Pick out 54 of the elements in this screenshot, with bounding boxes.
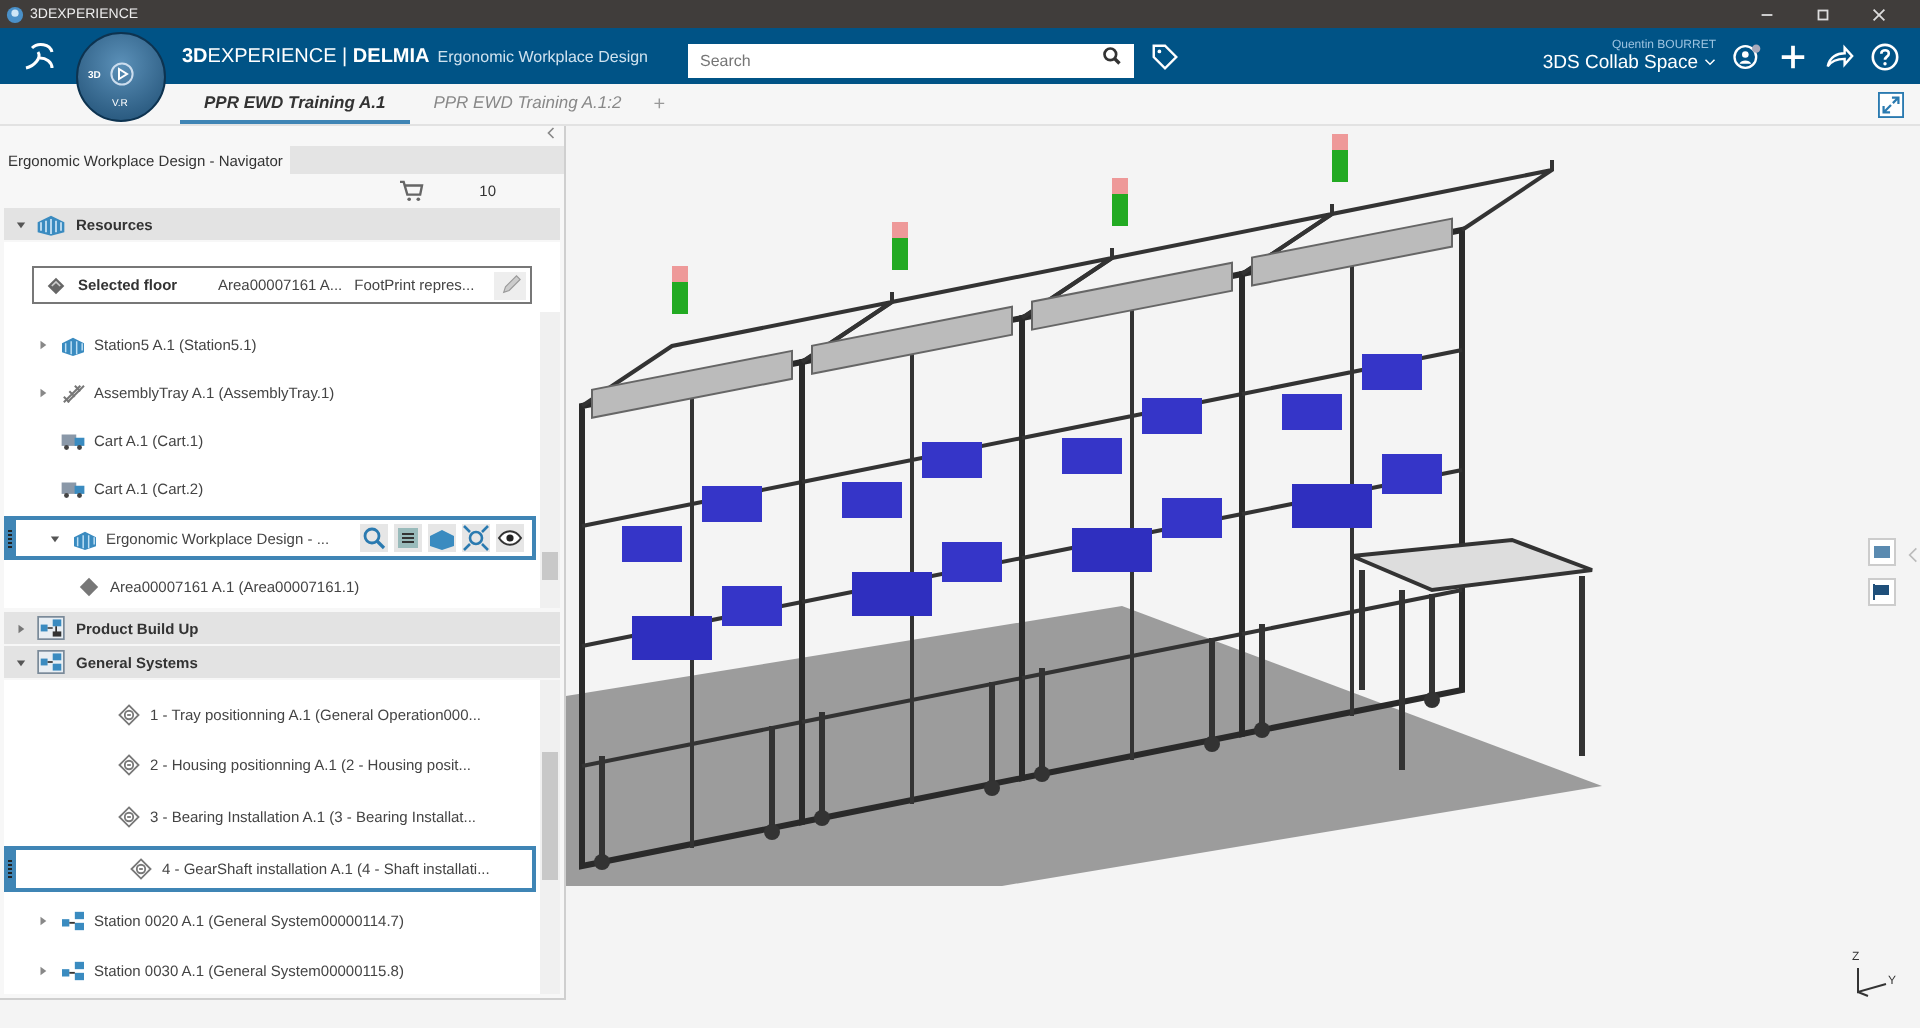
maximize-icon[interactable] bbox=[1814, 5, 1832, 23]
operation-icon bbox=[116, 806, 142, 829]
view-toolbar-icon[interactable] bbox=[1868, 538, 1896, 566]
collapsed-arrow-icon[interactable] bbox=[37, 966, 47, 977]
expanded-arrow-icon[interactable] bbox=[16, 657, 26, 667]
collapsed-arrow-icon[interactable] bbox=[37, 915, 47, 926]
station-icon[interactable] bbox=[428, 524, 456, 553]
tag-icon[interactable] bbox=[1150, 41, 1180, 71]
share-icon[interactable] bbox=[1824, 41, 1854, 71]
cart-vehicle-icon bbox=[60, 478, 86, 501]
operation-icon bbox=[116, 703, 142, 726]
product-tree-icon bbox=[36, 616, 66, 640]
play-icon[interactable] bbox=[110, 62, 134, 86]
chevron-down-icon[interactable] bbox=[1704, 58, 1716, 66]
operation-icon bbox=[128, 857, 154, 880]
cart-vehicle-icon bbox=[60, 430, 86, 453]
collapsed-arrow-icon[interactable] bbox=[37, 388, 47, 399]
collapsed-arrow-icon[interactable] bbox=[16, 623, 26, 633]
system-icon bbox=[60, 960, 86, 983]
help-icon[interactable] bbox=[1870, 41, 1900, 71]
scrollbar[interactable] bbox=[540, 312, 560, 608]
expanded-arrow-icon[interactable] bbox=[49, 533, 59, 544]
flag-icon[interactable] bbox=[1868, 578, 1896, 606]
station-icon bbox=[72, 527, 98, 550]
plus-icon[interactable] bbox=[1778, 41, 1808, 71]
profile-icon[interactable] bbox=[1732, 41, 1762, 71]
close-icon[interactable] bbox=[1870, 5, 1888, 23]
drag-handle-icon[interactable] bbox=[8, 530, 12, 549]
cart-icon[interactable] bbox=[397, 180, 424, 202]
system-tree-icon bbox=[36, 650, 66, 674]
collapse-icon[interactable] bbox=[1878, 91, 1904, 117]
pencil-icon bbox=[499, 274, 521, 296]
expanded-arrow-icon[interactable] bbox=[16, 219, 26, 229]
system-icon bbox=[60, 909, 86, 932]
scrollbar[interactable] bbox=[540, 680, 560, 994]
drag-handle-icon[interactable] bbox=[8, 859, 12, 878]
area-icon bbox=[76, 575, 102, 598]
collab-space-dropdown[interactable]: 3DS Collab Space bbox=[1542, 51, 1698, 73]
search-icon[interactable] bbox=[1102, 46, 1122, 66]
axis-lines-icon bbox=[1852, 966, 1892, 998]
resources-icon bbox=[36, 212, 66, 236]
brand-title: 3DEXPERIENCE | DELMIA bbox=[182, 45, 430, 67]
collapsed-arrow-icon[interactable] bbox=[37, 340, 47, 351]
station-icon bbox=[60, 334, 86, 357]
collapse-panel-icon[interactable] bbox=[546, 126, 556, 140]
app-name: Ergonomic Workplace Design bbox=[437, 47, 648, 65]
app-logo-icon bbox=[6, 5, 24, 23]
floor-icon bbox=[46, 275, 66, 295]
search-field[interactable]: Search bbox=[688, 43, 1134, 77]
properties-icon[interactable] bbox=[394, 524, 422, 553]
operation-icon bbox=[116, 754, 142, 777]
fit-icon[interactable] bbox=[462, 524, 490, 553]
eye-icon[interactable] bbox=[496, 524, 524, 553]
tray-icon bbox=[60, 382, 86, 405]
